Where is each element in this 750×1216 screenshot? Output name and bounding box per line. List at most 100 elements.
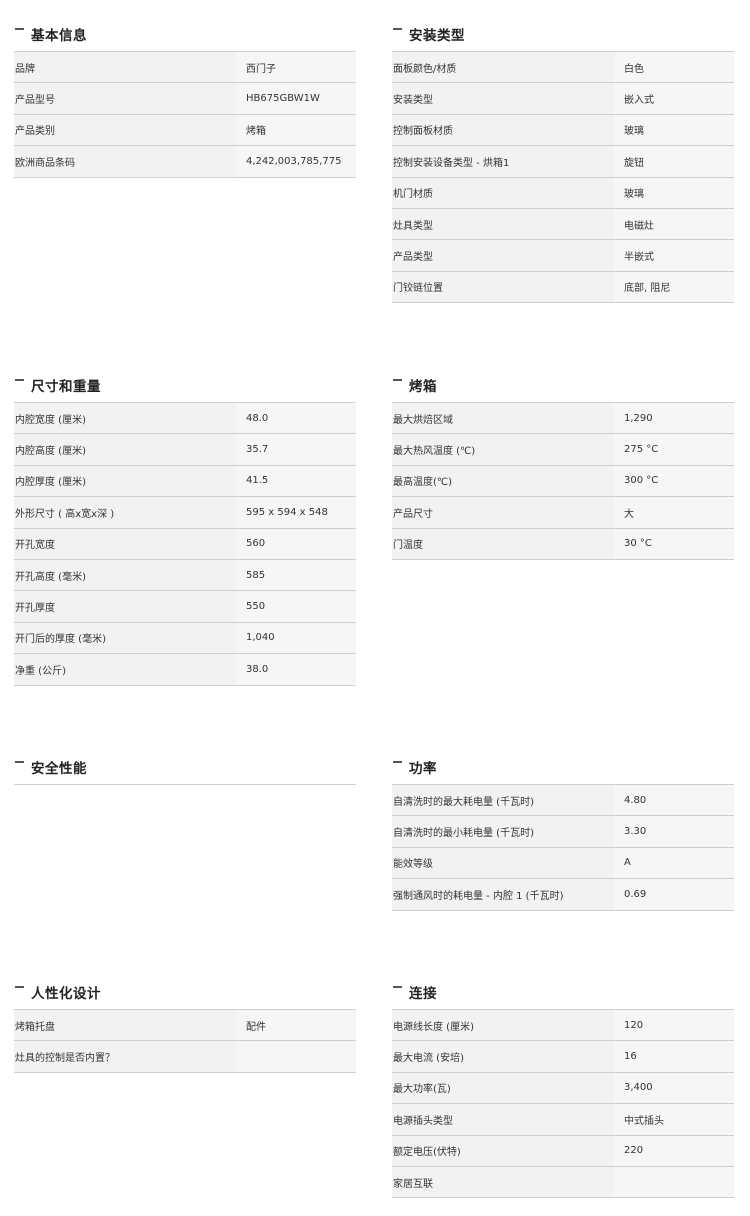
spec-label: 最大功率(瓦) (392, 1072, 614, 1104)
spec-row: 最大功率(瓦) 3,400 (392, 1072, 734, 1105)
spec-label-text: 产品类别 (15, 126, 55, 138)
spec-label: 净重 (公斤) (14, 654, 236, 685)
spec-row: 控制安装设备类型 - 烘箱1 旋钮 (392, 146, 734, 178)
spec-label-text: 控制面板材质 (393, 126, 453, 138)
spec-row: 能效等级 A (392, 847, 734, 880)
spec-row: 最高温度(℃) 300 °C (392, 465, 734, 498)
spec-label-text: 机门材质 (393, 189, 433, 201)
spec-label-text: 最大热风温度 (℃) (393, 446, 476, 458)
spec-label: 家居互联 (392, 1166, 614, 1198)
spec-value: 大 (614, 497, 734, 528)
spec-label: 最高温度(℃) (392, 465, 614, 497)
spec-label-text: 控制安装设备类型 - 烘箱1 (393, 157, 510, 169)
spec-label: 控制面板材质 (392, 114, 614, 146)
spec-label: 控制安装设备类型 - 烘箱1 (392, 146, 614, 177)
spec-label: 自清洗时的最大耗电量 (千瓦时) (392, 785, 614, 816)
spec-row: 灶具的控制是否内置？ (14, 1041, 356, 1073)
spec-row: 电源线长度 (厘米) 120 (392, 1010, 734, 1042)
spec-label-text: 最大功率(瓦) (393, 1084, 451, 1096)
spec-value: 38.0 (236, 654, 356, 685)
spec-label: 品牌 (14, 52, 236, 83)
section-connectivity: 连接 电源线长度 (厘米) 120 最大电流 (安培) 16 最大功率(瓦) 3,400 电… (392, 978, 734, 1199)
section-header[interactable]: 人性化设计 (14, 978, 356, 1010)
spec-label-text: 门铰链位置 (393, 283, 443, 295)
spec-label: 产品类型 (392, 240, 614, 271)
spec-row: 家居互联 (392, 1166, 734, 1199)
section-title: 基本信息 (31, 28, 87, 44)
section-header[interactable]: 尺寸和重量 (14, 371, 356, 403)
spec-value: 275 °C (614, 434, 734, 465)
spec-label: 开门后的厚度 (毫米) (14, 622, 236, 654)
section-header[interactable]: 基本信息 (14, 20, 356, 52)
section-title: 尺寸和重量 (31, 379, 101, 395)
spec-value: 中式插头 (614, 1104, 734, 1135)
spec-value: 4.80 (614, 785, 734, 816)
spec-row: 产品类型 半嵌式 (392, 240, 734, 272)
spec-label-text: 欧洲商品条码 (15, 157, 75, 169)
section-header[interactable]: 安装类型 (392, 20, 734, 52)
spec-label-text: 内腔宽度 (厘米) (15, 414, 86, 426)
spec-value: 550 (236, 591, 356, 622)
collapse-dash-icon (15, 986, 24, 988)
spec-label-text: 开孔宽度 (15, 540, 55, 552)
spec-label: 开孔厚度 (14, 591, 236, 622)
spec-label: 额定电压(伏特) (392, 1135, 614, 1166)
spec-row: 门铰链位置 底部, 阻尼 (392, 271, 734, 304)
spec-value: 595 x 594 x 548 (236, 497, 356, 528)
spec-label-text: 电源插头类型 (393, 1115, 453, 1127)
section-header[interactable]: 烤箱 (392, 371, 734, 403)
spec-value: 300 °C (614, 465, 734, 497)
spec-label-text: 开门后的厚度 (毫米) (15, 634, 106, 646)
spec-label-text: 开孔厚度 (15, 603, 55, 615)
spec-value: 16 (614, 1041, 734, 1072)
spec-value (614, 1166, 734, 1198)
spec-label-text: 面板颜色/材质 (393, 63, 457, 75)
spec-label-text: 产品型号 (15, 95, 55, 107)
spec-row: 灶具类型 电磁灶 (392, 208, 734, 241)
section-header[interactable]: 连接 (392, 978, 734, 1010)
spec-value: 1,040 (236, 622, 356, 654)
spec-label: 机门材质 (392, 177, 614, 208)
spec-label: 灶具的控制是否内置？ (14, 1041, 236, 1072)
section-header[interactable]: 功率 (392, 753, 734, 785)
spec-row: 品牌 西门子 (14, 52, 356, 84)
spec-value: 配件 (236, 1010, 356, 1041)
spec-value: 3.30 (614, 816, 734, 847)
collapse-dash-icon (393, 28, 402, 30)
spec-label-text: 烤箱托盘 (15, 1021, 55, 1033)
spec-label-text: 灶具的控制是否内置？ (15, 1053, 115, 1065)
spec-label: 欧洲商品条码 (14, 146, 236, 177)
collapse-dash-icon (15, 28, 24, 30)
spec-row: 机门材质 玻璃 (392, 177, 734, 209)
spec-label-text: 能效等级 (393, 859, 433, 871)
spec-value: 白色 (614, 52, 734, 83)
spec-label-text: 品牌 (15, 63, 35, 75)
spec-row: 内腔厚度 (厘米) 41.5 (14, 465, 356, 498)
spec-value: 西门子 (236, 52, 356, 83)
spec-row: 开孔宽度 560 (14, 528, 356, 560)
spec-label: 最大电流 (安培) (392, 1041, 614, 1072)
spec-label: 面板颜色/材质 (392, 52, 614, 83)
spec-value: 1,290 (614, 403, 734, 434)
spec-label-text: 开孔高度 (毫米) (15, 571, 86, 583)
spec-row: 产品尺寸 大 (392, 497, 734, 529)
collapse-dash-icon (15, 379, 24, 381)
spec-label: 门温度 (392, 528, 614, 559)
spec-label-text: 最大烘焙区域 (393, 414, 453, 426)
spec-row: 电源插头类型 中式插头 (392, 1104, 734, 1136)
section-title: 安装类型 (409, 28, 465, 44)
spec-label: 最大烘焙区域 (392, 403, 614, 434)
spec-label-text: 内腔高度 (厘米) (15, 446, 86, 458)
spec-row: 最大电流 (安培) 16 (392, 1041, 734, 1073)
spec-value: 底部, 阻尼 (614, 271, 734, 303)
section-design: 人性化设计 烤箱托盘 配件灶具的控制是否内置？ (14, 978, 356, 1073)
section-header[interactable]: 安全性能 (14, 753, 356, 785)
spec-value: 半嵌式 (614, 240, 734, 271)
collapse-dash-icon (393, 986, 402, 988)
spec-label-text: 电源线长度 (厘米) (393, 1021, 474, 1033)
spec-row: 产品型号 HB675GBW1W (14, 83, 356, 115)
spec-row: 欧洲商品条码 4,242,003,785,775 (14, 146, 356, 178)
spec-value: 嵌入式 (614, 83, 734, 114)
section-power: 功率 自清洗时的最大耗电量 (千瓦时) 4.80 自清洗时的最小耗电量 (千瓦时) 3… (392, 753, 734, 911)
spec-value: 玻璃 (614, 177, 734, 208)
